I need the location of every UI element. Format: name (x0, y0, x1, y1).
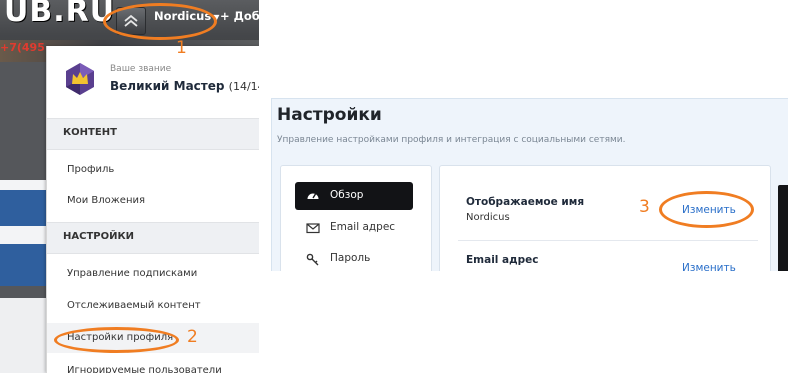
settings-nav: Обзор Email адрес Пароль (280, 165, 432, 271)
annotation-ring-2 (54, 327, 179, 353)
site-phone: +7(495 (0, 41, 45, 54)
menu-item-subscriptions[interactable]: Управление подписками (47, 259, 259, 289)
nav-label: Email адрес (330, 221, 396, 233)
nav-item-password[interactable]: Пароль (295, 245, 413, 271)
key-icon (306, 253, 319, 266)
section-label: КОНТЕНТ (63, 127, 117, 138)
dashboard-icon (307, 193, 319, 199)
menu-item-label: Игнорируемые пользователи (67, 365, 222, 373)
nav-label: Обзор (330, 189, 364, 201)
nav-label: Пароль (330, 252, 371, 264)
menu-item-label: Профиль (67, 164, 115, 175)
menu-item-profile[interactable]: Профиль (47, 155, 259, 185)
rank-progress: (14/14) (228, 80, 259, 93)
menu-item-label: Отслеживаемый контент (67, 300, 201, 311)
menu-item-label: Управление подписками (67, 268, 198, 279)
rank-name: Великий Мастер (110, 79, 225, 93)
user-dropdown-menu: Ваше звание Великий Мастер (14/14) КОНТЕ… (46, 46, 259, 373)
add-button[interactable]: + Доб (220, 9, 259, 23)
annotation-ring-1 (103, 3, 217, 40)
annotation-number-1: 1 (176, 38, 187, 58)
display-name-value: Nordicus (466, 212, 510, 223)
menu-item-ignored-users[interactable]: Игнорируемые пользователи (47, 356, 259, 373)
page-subtitle: Управление настройками профиля и интегра… (277, 135, 626, 145)
rank-caption: Ваше звание (110, 64, 172, 74)
section-header-settings: НАСТРОЙКИ (47, 222, 259, 254)
nav-item-email[interactable]: Email адрес (295, 214, 413, 242)
divider (458, 240, 758, 241)
nav-item-overview[interactable]: Обзор (295, 182, 413, 210)
email-label: Email адрес (466, 254, 539, 266)
rank-title: Великий Мастер (14/14) (110, 79, 259, 93)
annotation-number-3: 3 (639, 197, 650, 217)
site-header-panel: UB.RU +7(495 Nordicus ▼ + Доб Ваше звание… (0, 0, 259, 373)
annotation-number-2: 2 (187, 327, 198, 347)
section-header-content: КОНТЕНТ (47, 118, 259, 150)
crown-rank-icon (66, 63, 94, 95)
envelope-icon (306, 223, 320, 234)
menu-item-attachments[interactable]: Мои Вложения (47, 186, 259, 216)
page-title: Настройки (277, 105, 382, 125)
annotation-ring-3 (659, 191, 754, 228)
section-label: НАСТРОЙКИ (63, 231, 135, 242)
page-edge-bar (778, 185, 788, 271)
menu-item-followed-content[interactable]: Отслеживаемый контент (47, 291, 259, 321)
page-background-strip (0, 62, 46, 373)
settings-panel: Настройки Управление настройками профиля… (271, 98, 788, 271)
site-logo[interactable]: UB.RU (4, 0, 115, 29)
display-name-label: Отображаемое имя (466, 196, 585, 208)
menu-item-label: Мои Вложения (67, 195, 146, 206)
change-email-link[interactable]: Изменить (682, 262, 736, 271)
